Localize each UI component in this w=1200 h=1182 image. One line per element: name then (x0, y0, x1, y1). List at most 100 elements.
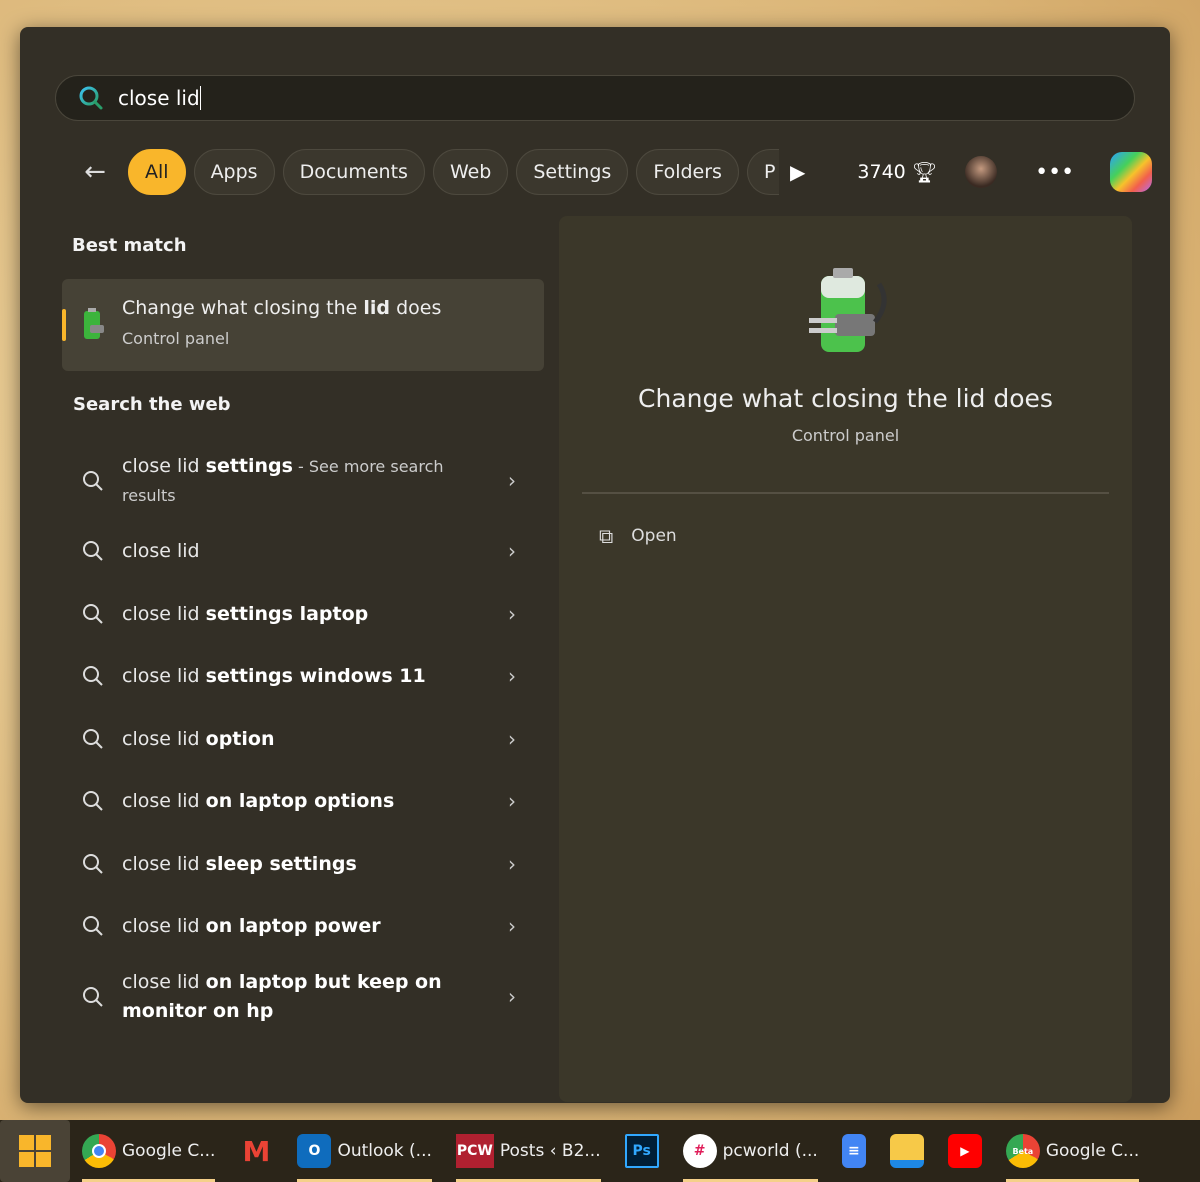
toolbar-right: ▶ 3740 🏆︎ ••• (790, 149, 1153, 195)
web-result-text: close lid sleep settings (122, 852, 357, 875)
filter-apps[interactable]: Apps (193, 149, 275, 195)
web-result-text: close lid on laptop but keep on monitor … (122, 970, 442, 1022)
best-match-result[interactable]: Change what closing the lid does Control… (62, 279, 544, 371)
taskbar-photoshop[interactable]: Ps (613, 1120, 671, 1182)
chevron-right-icon[interactable]: › (508, 982, 516, 1011)
windows-logo-icon (19, 1135, 51, 1167)
chevron-right-icon[interactable]: › (508, 727, 516, 751)
play-next-icon[interactable]: ▶ (790, 160, 805, 184)
web-result-item[interactable]: close lid settings windows 11 › (62, 645, 544, 708)
web-result-item[interactable]: close lid settings laptop › (62, 583, 544, 646)
web-result-text: close lid settings - See more search res… (122, 455, 444, 505)
avatar[interactable] (965, 156, 998, 188)
photoshop-icon: Ps (624, 1134, 659, 1168)
preview-pane: Change what closing the lid does Control… (559, 216, 1132, 1102)
open-label: Open (631, 526, 677, 546)
battery-plug-icon (809, 268, 887, 352)
slack-icon: # (682, 1134, 717, 1168)
taskbar-gmail[interactable]: M (227, 1120, 285, 1182)
best-match-heading: Best match (72, 235, 187, 256)
filter-more[interactable]: P (746, 149, 780, 195)
gmail-icon: M (242, 1134, 271, 1168)
filter-bar: ← All Apps Documents Web Settings Folder… (70, 149, 780, 195)
taskbar-slack[interactable]: # pcworld (... (671, 1120, 830, 1182)
taskbar-docs[interactable]: ≡ (830, 1120, 878, 1182)
taskbar: Google C... M O Outlook (... PCW Posts ‹ B… (0, 1120, 1200, 1182)
filter-folders[interactable]: Folders (636, 149, 739, 195)
taskbar-pcworld-posts[interactable]: PCW Posts ‹ B2... (444, 1120, 613, 1182)
search-icon (83, 471, 103, 491)
more-options-icon[interactable]: ••• (1035, 160, 1074, 185)
youtube-icon: ▶ (947, 1134, 982, 1168)
start-search-panel: close lid ← All Apps Documents Web Setti… (20, 27, 1170, 1103)
text-cursor (199, 86, 201, 110)
web-result-item[interactable]: close lid on laptop but keep on monitor … (62, 958, 544, 1036)
open-external-icon: ⧉ (599, 524, 614, 548)
preview-title: Change what closing the lid does (638, 384, 1053, 413)
chrome-beta-icon: Beta (1005, 1134, 1040, 1168)
copilot-icon[interactable] (1110, 152, 1153, 192)
web-result-text: close lid on laptop options (122, 790, 395, 813)
rewards-points[interactable]: 3740 (857, 161, 905, 183)
filter-all[interactable]: All (128, 149, 186, 195)
search-icon (83, 603, 103, 624)
filter-documents[interactable]: Documents (282, 149, 425, 195)
search-icon (83, 728, 103, 749)
web-result-item[interactable]: close lid option › (62, 708, 544, 771)
web-results-list: close lid settings - See more search res… (62, 442, 544, 1036)
chevron-right-icon[interactable]: › (508, 664, 516, 688)
battery-plug-icon (84, 308, 104, 339)
web-result-text: close lid (122, 540, 200, 563)
chevron-right-icon[interactable]: › (508, 539, 516, 563)
chevron-right-icon[interactable]: › (508, 602, 516, 626)
taskbar-outlook[interactable]: O Outlook (... (285, 1120, 443, 1182)
web-result-text: close lid settings laptop (122, 602, 369, 625)
web-result-item[interactable]: close lid sleep settings › (62, 833, 544, 896)
search-icon (83, 853, 103, 874)
best-match-subtitle: Control panel (122, 329, 230, 348)
start-button[interactable] (0, 1120, 70, 1182)
search-icon (83, 791, 103, 811)
web-result-text: close lid on laptop power (122, 915, 381, 938)
search-icon (79, 86, 103, 110)
google-docs-icon: ≡ (841, 1134, 866, 1168)
web-result-item[interactable]: close lid › (62, 520, 544, 583)
chevron-right-icon[interactable]: › (508, 467, 516, 496)
taskbar-label: Posts ‹ B2... (499, 1141, 601, 1161)
rewards-trophy-icon[interactable]: 🏆︎ (912, 160, 937, 184)
search-icon (83, 666, 103, 686)
taskbar-chrome[interactable]: Google C... (70, 1120, 227, 1182)
chevron-right-icon[interactable]: › (508, 852, 516, 876)
web-result-item[interactable]: close lid on laptop options › (62, 770, 544, 833)
web-result-text: close lid settings windows 11 (122, 665, 426, 688)
chevron-right-icon[interactable]: › (508, 914, 516, 938)
search-icon (83, 541, 103, 561)
taskbar-label: Outlook (... (337, 1141, 432, 1161)
web-result-text: close lid option (122, 727, 275, 750)
preview-subtitle: Control panel (791, 426, 900, 445)
filter-web[interactable]: Web (432, 149, 509, 195)
outlook-icon: O (297, 1134, 332, 1168)
web-result-item[interactable]: close lid settings - See more search res… (62, 442, 544, 520)
search-icon (83, 916, 103, 936)
taskbar-file-explorer[interactable] (878, 1120, 936, 1182)
pcw-icon: PCW (455, 1134, 494, 1168)
taskbar-youtube[interactable]: ▶ (936, 1120, 994, 1182)
back-arrow-icon[interactable]: ← (70, 157, 120, 187)
search-input[interactable]: close lid (55, 75, 1135, 121)
web-result-item[interactable]: close lid on laptop power › (62, 895, 544, 958)
chevron-right-icon[interactable]: › (508, 789, 516, 813)
taskbar-label: Google C... (122, 1141, 216, 1161)
taskbar-label: Google C... (1045, 1141, 1140, 1161)
search-query: close lid (118, 86, 200, 110)
folder-icon (889, 1134, 924, 1168)
search-web-heading: Search the web (73, 394, 231, 415)
chrome-icon (82, 1134, 116, 1168)
search-icon (83, 986, 103, 1007)
best-match-title: Change what closing the lid does (122, 297, 442, 319)
filter-settings[interactable]: Settings (516, 149, 629, 195)
taskbar-chrome-beta[interactable]: Beta Google C... (994, 1120, 1151, 1182)
divider (582, 492, 1109, 494)
open-action[interactable]: ⧉ Open (599, 524, 677, 548)
taskbar-label: pcworld (... (722, 1141, 818, 1161)
